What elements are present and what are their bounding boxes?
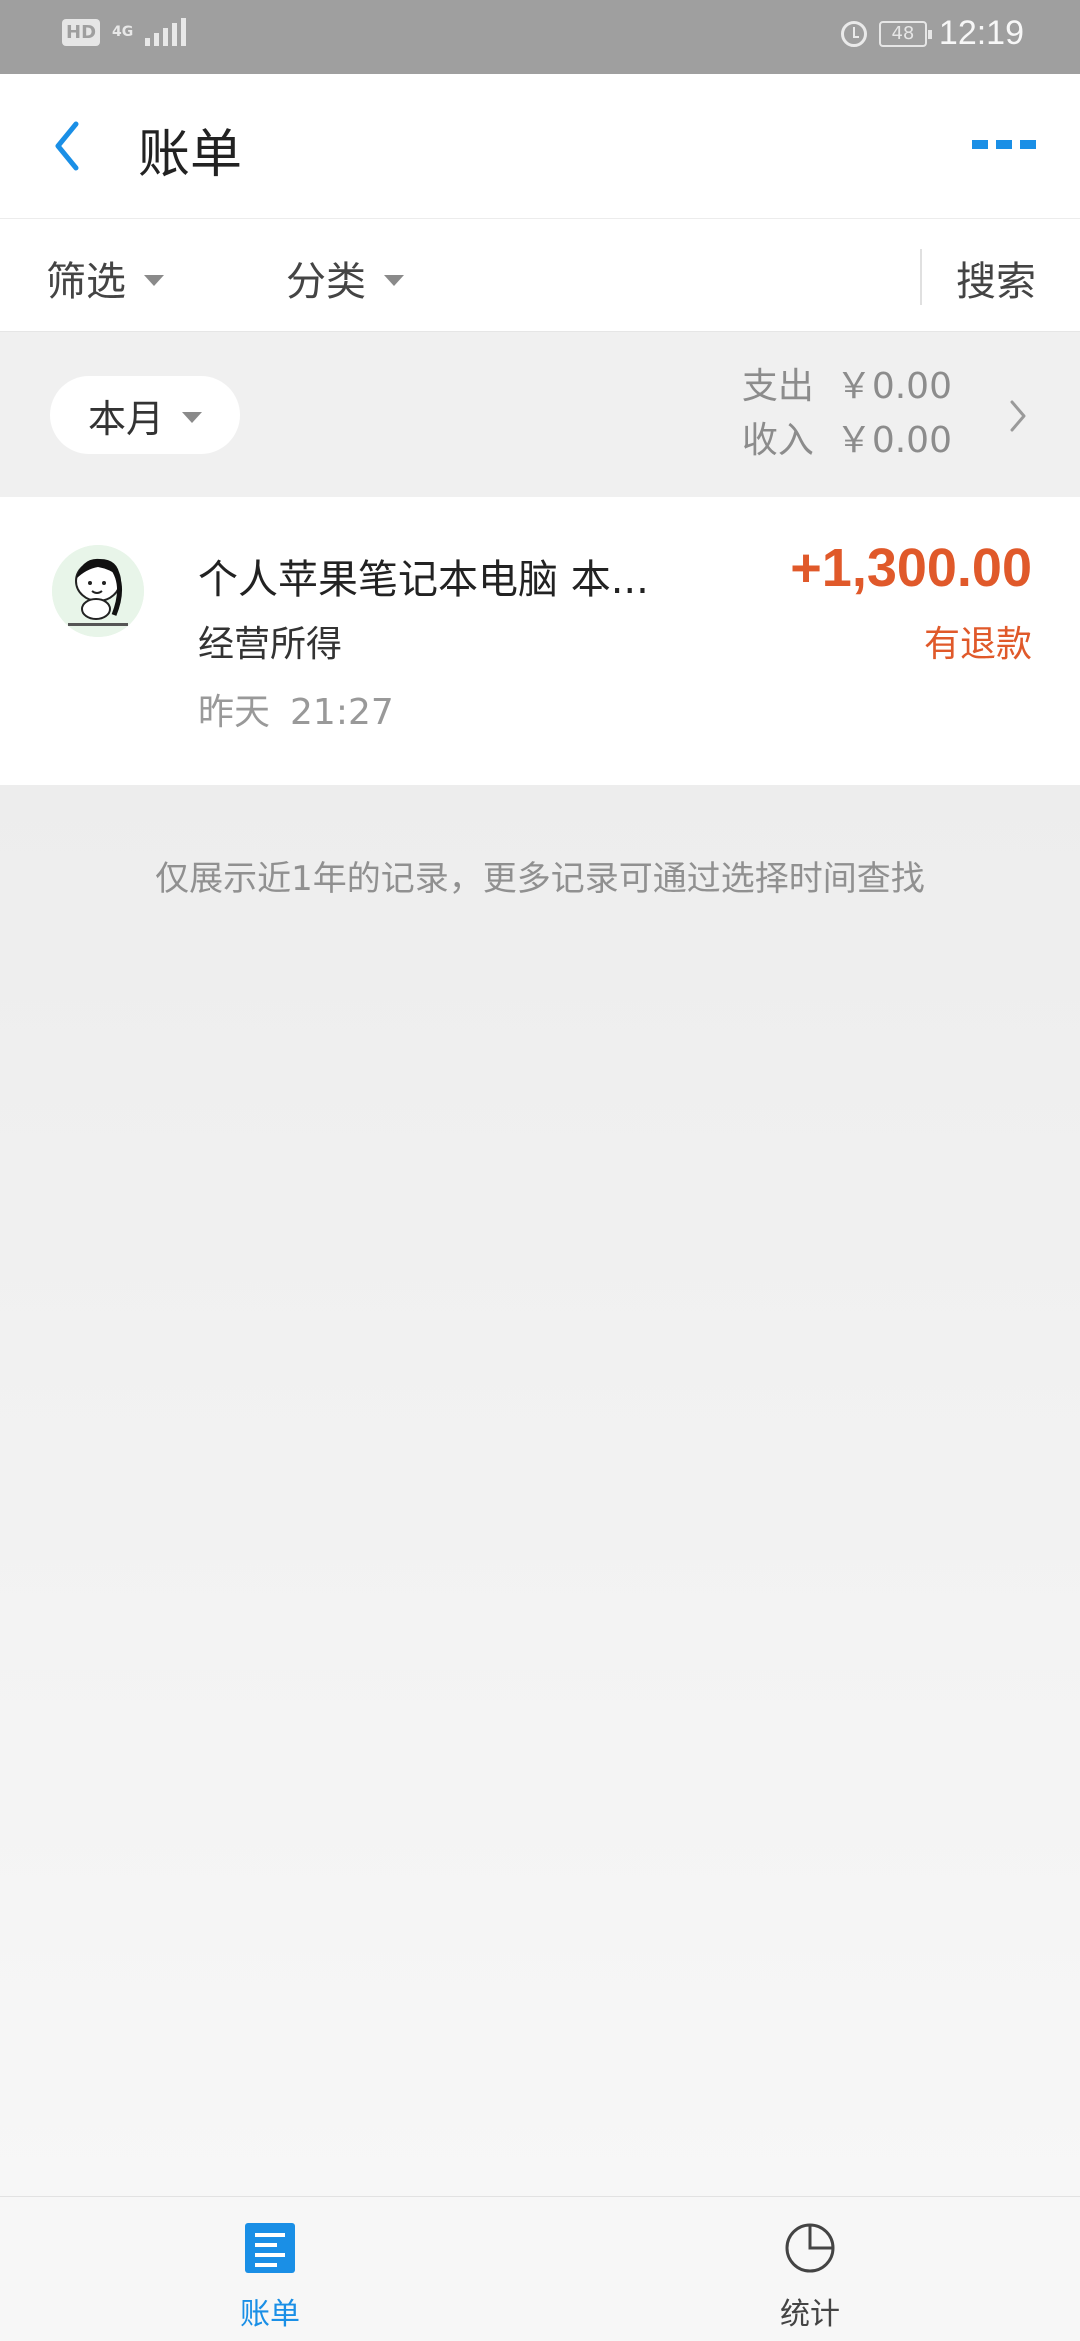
pie-chart-icon bbox=[785, 2223, 835, 2273]
tab-bill[interactable]: 账单 bbox=[190, 2221, 350, 2333]
caret-down-icon bbox=[144, 274, 164, 286]
filter-bar: 筛选 分类 搜索 bbox=[0, 218, 1080, 331]
month-label: 本月 bbox=[87, 396, 164, 441]
status-time: 12:19 bbox=[938, 14, 1024, 52]
chevron-right-icon[interactable] bbox=[1008, 396, 1028, 436]
tab-bill-label: 账单 bbox=[240, 2297, 300, 2332]
transaction-time: 昨天 21:27 bbox=[198, 683, 394, 735]
caret-down-icon bbox=[384, 274, 404, 286]
chevron-left-icon bbox=[55, 121, 79, 171]
refund-tag: 有退款 bbox=[923, 624, 1032, 665]
page-title: 账单 bbox=[138, 125, 243, 185]
title-bar: 账单 bbox=[0, 74, 1080, 218]
transaction-row[interactable]: 个人苹果笔记本电脑 本... 经营所得 昨天 21:27 +1,300.00 有退… bbox=[0, 497, 1080, 787]
transaction-title: 个人苹果笔记本电脑 本... bbox=[198, 557, 649, 603]
income-value: ￥0.00 bbox=[835, 420, 952, 461]
bottom-tab-bar: 账单 统计 bbox=[0, 2196, 1080, 2341]
more-dots-icon bbox=[972, 140, 1036, 149]
content-area: 仅展示近1年的记录，更多记录可通过选择时间查找 bbox=[0, 785, 1080, 2196]
search-button[interactable]: 搜索 bbox=[956, 249, 1036, 307]
filter-dropdown[interactable]: 筛选 bbox=[46, 249, 164, 307]
bill-icon bbox=[245, 2223, 295, 2273]
status-bar: HD 4G 48 12:19 bbox=[0, 0, 1080, 74]
merchant-avatar bbox=[52, 545, 144, 637]
tab-statistics-label: 统计 bbox=[780, 2297, 840, 2332]
month-selector[interactable]: 本月 bbox=[50, 376, 240, 454]
battery-icon: 48 bbox=[878, 20, 932, 47]
caret-down-icon bbox=[182, 411, 202, 423]
income-label: 收入 bbox=[741, 420, 814, 461]
divider bbox=[920, 249, 922, 305]
transaction-category: 经营所得 bbox=[198, 624, 343, 665]
alarm-icon bbox=[840, 20, 867, 47]
expense-label: 支出 bbox=[741, 366, 814, 407]
status-left: HD 4G bbox=[62, 18, 187, 46]
filter-label: 筛选 bbox=[46, 259, 126, 305]
signal-icon bbox=[145, 18, 187, 46]
month-summary: 本月 支出 ￥0.00 收入 ￥0.00 bbox=[0, 331, 1080, 498]
transaction-clock: 21:27 bbox=[290, 692, 394, 733]
category-dropdown[interactable]: 分类 bbox=[286, 249, 404, 307]
expense-value: ￥0.00 bbox=[835, 366, 952, 407]
back-button[interactable] bbox=[46, 110, 116, 182]
records-range-note: 仅展示近1年的记录，更多记录可通过选择时间查找 bbox=[155, 859, 925, 899]
category-label: 分类 bbox=[286, 259, 366, 305]
cartoon-avatar-icon bbox=[52, 545, 144, 637]
summary-totals[interactable]: 支出 ￥0.00 收入 ￥0.00 bbox=[742, 360, 952, 468]
transaction-date: 昨天 bbox=[198, 692, 271, 733]
transaction-amount: +1,300.00 bbox=[790, 538, 1032, 598]
hd-badge: HD bbox=[62, 18, 101, 46]
more-button[interactable] bbox=[970, 130, 1040, 162]
tab-statistics[interactable]: 统计 bbox=[730, 2221, 890, 2333]
network-type: 4G bbox=[112, 24, 134, 40]
status-right: 48 12:19 bbox=[840, 14, 1024, 53]
